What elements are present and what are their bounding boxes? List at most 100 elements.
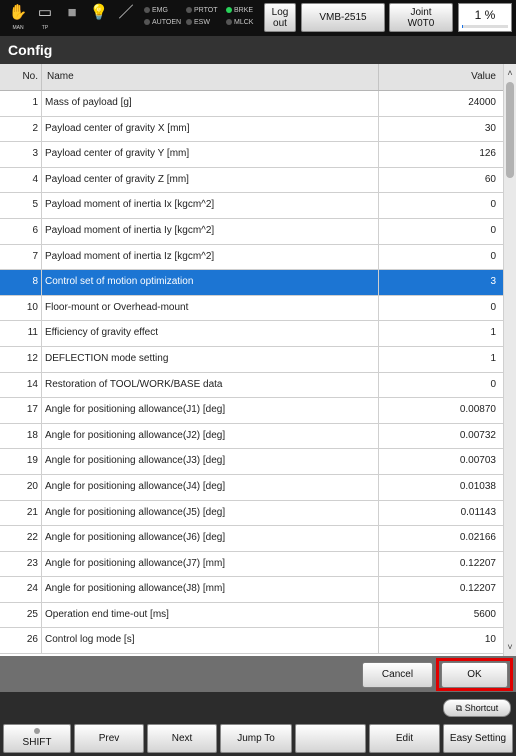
table-row[interactable]: 21 Angle for positioning allowance(J5) [d… <box>0 500 503 527</box>
lightbulb-icon[interactable]: 💡 <box>84 2 114 34</box>
table-row[interactable]: 12 DEFLECTION mode setting 1 <box>0 346 503 373</box>
table-row-selected[interactable]: 8 Control set of motion optimization 3 <box>0 270 503 296</box>
lamp-dot-icon <box>186 19 192 25</box>
row-number: 14 <box>0 372 42 398</box>
scroll-up-icon[interactable]: ˄ <box>504 66 516 80</box>
table-row[interactable]: 7 Payload moment of inertia Iz [kgcm^2] 0 <box>0 244 503 271</box>
shortcut-button[interactable]: ⧉ Shortcut <box>443 699 511 717</box>
function-key-bar: ⧉ Shortcut SHIFT Prev Next Jump To Edit … <box>0 692 516 756</box>
jump-to-key[interactable]: Jump To <box>220 724 292 753</box>
speed-override[interactable]: 1 % <box>458 3 512 32</box>
table-row[interactable]: 6 Payload moment of inertia Iy [kgcm^2] 0 <box>0 218 503 245</box>
config-table[interactable]: No. Name Value 1 Mass of payload [g] 24000… <box>0 64 503 656</box>
row-number: 20 <box>0 474 42 500</box>
cancel-button[interactable]: Cancel <box>362 662 433 688</box>
stop-square-icon[interactable]: ■ <box>57 2 87 34</box>
next-key[interactable]: Next <box>147 724 217 753</box>
row-number: 7 <box>0 244 42 270</box>
table-row[interactable]: 4 Payload center of gravity Z [mm] 60 <box>0 167 503 194</box>
row-number: 21 <box>0 500 42 526</box>
row-name: Restoration of TOOL/WORK/BASE data <box>42 372 379 398</box>
scroll-thumb[interactable] <box>506 82 514 178</box>
robot-model-button[interactable]: VMB-2515 <box>301 3 385 32</box>
lamp-dot-icon <box>226 19 232 25</box>
table-row[interactable]: 10 Floor-mount or Overhead-mount 0 <box>0 295 503 322</box>
row-number: 19 <box>0 449 42 474</box>
table-row[interactable]: 1 Mass of payload [g] 24000 <box>0 91 503 117</box>
table-row[interactable]: 17 Angle for positioning allowance(J1) [d… <box>0 398 503 424</box>
row-value: 24000 <box>468 97 496 108</box>
table-row[interactable]: 11 Efficiency of gravity effect 1 <box>0 321 503 347</box>
row-value: 0.02166 <box>459 532 496 544</box>
shift-key[interactable]: SHIFT <box>3 724 71 753</box>
row-name: Mass of payload [g] <box>42 91 379 116</box>
table-row[interactable]: 5 Payload moment of inertia Ix [kgcm^2] 0 <box>0 193 503 219</box>
row-number: 24 <box>0 577 42 602</box>
edit-key[interactable]: Edit <box>369 724 440 753</box>
row-value: 0.12207 <box>459 583 496 595</box>
row-number: 22 <box>0 526 42 551</box>
table-row[interactable]: 14 Restoration of TOOL/WORK/BASE data 0 <box>0 372 503 399</box>
row-value: 0.12207 <box>459 557 496 569</box>
row-name: Efficiency of gravity effect <box>42 321 379 346</box>
table-scrollbar[interactable]: ˄ ˅ <box>503 64 516 656</box>
header-no: No. <box>0 64 42 90</box>
row-name: Control log mode [s] <box>42 628 379 654</box>
table-row[interactable]: 19 Angle for positioning allowance(J3) [d… <box>0 449 503 475</box>
lamp-dot-icon <box>144 7 150 13</box>
emg-lamp: EMG <box>144 5 181 17</box>
row-number: 6 <box>0 218 42 244</box>
row-value: 0 <box>490 250 496 262</box>
row-number: 17 <box>0 398 42 423</box>
row-name: Floor-mount or Overhead-mount <box>42 295 379 321</box>
row-value: 126 <box>479 148 496 160</box>
easy-setting-key[interactable]: Easy Setting <box>443 724 513 753</box>
table-row[interactable]: 24 Angle for positioning allowance(J8) [m… <box>0 577 503 603</box>
teach-pendant-icon[interactable]: ▭ TP <box>30 2 60 34</box>
esw-lamp: ESW <box>186 17 217 29</box>
row-value: 0.01038 <box>459 480 496 492</box>
prtot-lamp: PRTOT <box>186 5 217 17</box>
row-number: 12 <box>0 346 42 372</box>
row-name: Operation end time-out [ms] <box>42 602 379 628</box>
table-row[interactable]: 26 Control log mode [s] 10 <box>0 628 503 655</box>
row-name: Control set of motion optimization <box>42 270 379 295</box>
row-value: 0.01143 <box>460 506 496 518</box>
row-name: DEFLECTION mode setting <box>42 346 379 372</box>
row-number: 5 <box>0 193 42 218</box>
table-row[interactable]: 25 Operation end time-out [ms] 5600 <box>0 602 503 629</box>
table-row[interactable]: 2 Payload center of gravity X [mm] 30 <box>0 116 503 143</box>
shift-indicator-icon <box>34 728 40 734</box>
row-name: Payload center of gravity Z [mm] <box>42 167 379 193</box>
lamp-dot-icon <box>144 19 150 25</box>
lamp-group-right: BRKE MLCK <box>226 5 253 29</box>
scroll-down-icon[interactable]: ˅ <box>504 640 516 654</box>
row-number: 2 <box>0 116 42 142</box>
row-value: 10 <box>484 634 496 646</box>
row-value: 5600 <box>473 608 496 620</box>
row-number: 11 <box>0 321 42 346</box>
prev-key[interactable]: Prev <box>74 724 144 753</box>
blank-key[interactable] <box>295 724 366 753</box>
lamp-dot-icon <box>226 7 232 13</box>
row-value: 0 <box>490 224 496 236</box>
table-row[interactable]: 22 Angle for positioning allowance(J6) [d… <box>0 526 503 552</box>
speed-bar-fill <box>462 25 463 28</box>
hand-icon[interactable]: ✋ MAN <box>3 2 33 34</box>
logout-button[interactable]: Log out <box>264 3 296 32</box>
row-number: 8 <box>0 270 42 295</box>
table-row[interactable]: 23 Angle for positioning allowance(J7) [m… <box>0 551 503 578</box>
table-row[interactable]: 20 Angle for positioning allowance(J4) [d… <box>0 474 503 501</box>
wrench-icon[interactable]: ／ <box>111 2 141 34</box>
ok-highlight-frame <box>436 658 513 691</box>
joint-mode-button[interactable]: Joint W0T0 <box>389 3 453 32</box>
row-number: 18 <box>0 423 42 449</box>
table-row[interactable]: 3 Payload center of gravity Y [mm] 126 <box>0 142 503 168</box>
table-row[interactable]: 18 Angle for positioning allowance(J2) [d… <box>0 423 503 450</box>
status-bar: ✋ MAN ▭ TP ■ 💡 ／ EMG AUTOEN PRTOT ESW BR… <box>0 0 516 36</box>
row-number: 26 <box>0 628 42 654</box>
row-number: 4 <box>0 167 42 193</box>
row-name: Angle for positioning allowance(J4) [deg… <box>42 474 379 500</box>
row-name: Angle for positioning allowance(J5) [deg… <box>42 500 379 526</box>
row-number: 10 <box>0 295 42 321</box>
